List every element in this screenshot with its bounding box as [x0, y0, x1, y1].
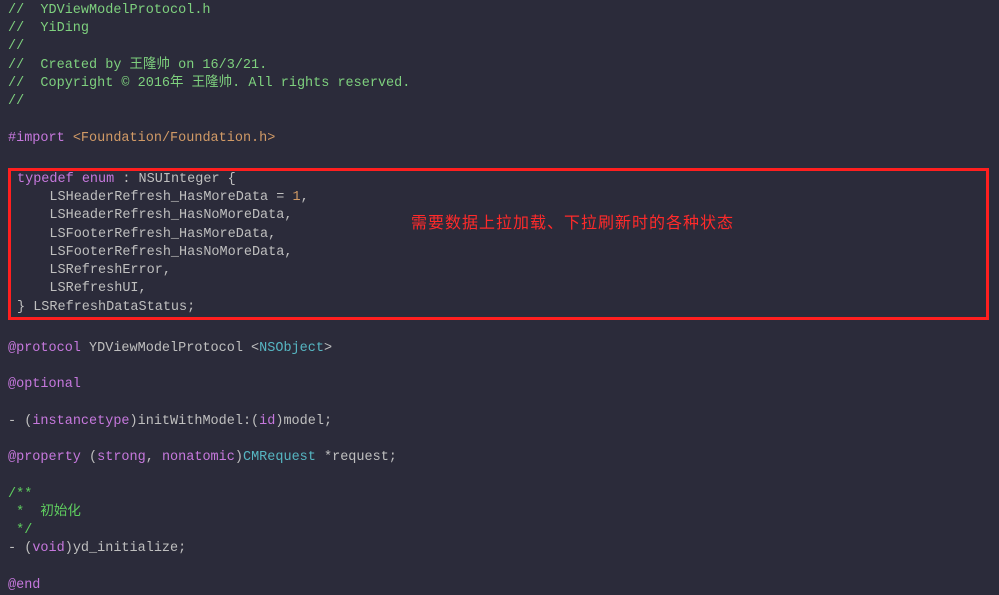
- import-path: <Foundation/Foundation.h>: [73, 131, 276, 146]
- property-kw: @property: [8, 450, 81, 465]
- code-editor[interactable]: // YDViewModelProtocol.h // YiDing // //…: [8, 2, 999, 595]
- protocol-decl: @protocol YDViewModelProtocol <NSObject>: [8, 340, 999, 358]
- id-kw: id: [259, 414, 275, 429]
- comment-line: // Created by 王隆帅 on 16/3/21.: [8, 58, 267, 73]
- highlight-box: typedef enum : NSUInteger { LSHeaderRefr…: [8, 168, 989, 320]
- method-tail: )yd_initialize;: [65, 541, 187, 556]
- typedef-kw: typedef: [17, 172, 74, 187]
- dash: - (: [8, 414, 32, 429]
- enum-kw: enum: [82, 172, 114, 187]
- doc-comment: /**: [8, 487, 32, 502]
- comment-line: // YiDing: [8, 21, 89, 36]
- optional-kw: @optional: [8, 377, 81, 392]
- method-decl: - (instancetype)initWithModel:(id)model;: [8, 413, 999, 431]
- property-decl: @property (strong, nonatomic)CMRequest *…: [8, 449, 999, 467]
- enum-member: LSHeaderRefresh_HasMoreData =: [17, 190, 292, 205]
- instancetype-kw: instancetype: [32, 414, 129, 429]
- nsobject-type: NSObject: [259, 341, 324, 356]
- doc-comment: */: [8, 523, 32, 538]
- number-literal: 1: [292, 190, 300, 205]
- paren-open: (: [81, 450, 97, 465]
- import-keyword: #import: [8, 131, 65, 146]
- enum-member: LSRefreshUI,: [17, 281, 147, 296]
- strong-kw: strong: [97, 450, 146, 465]
- enum-member: LSFooterRefresh_HasMoreData,: [17, 227, 276, 242]
- method-mid: )initWithModel:(: [130, 414, 260, 429]
- protocol-name: YDViewModelProtocol <: [81, 341, 259, 356]
- method-tail: )model;: [275, 414, 332, 429]
- comment-line: // YDViewModelProtocol.h: [8, 3, 211, 18]
- comma: ,: [146, 450, 162, 465]
- cmrequest-type: CMRequest: [243, 450, 316, 465]
- dash: - (: [8, 541, 32, 556]
- end-kw: @end: [8, 578, 40, 593]
- nonatomic-kw: nonatomic: [162, 450, 235, 465]
- method-decl: - (void)yd_initialize;: [8, 540, 999, 558]
- enum-decl: typedef enum : NSUInteger {: [17, 171, 986, 189]
- comma: ,: [301, 190, 309, 205]
- enum-member: LSHeaderRefresh_HasNoMoreData,: [17, 208, 292, 223]
- comment-line: // Copyright © 2016年 王隆帅. All rights res…: [8, 76, 410, 91]
- prop-tail: *request;: [316, 450, 397, 465]
- enum-member: LSFooterRefresh_HasNoMoreData,: [17, 245, 292, 260]
- comment-line: //: [8, 94, 24, 109]
- enum-type: : NSUInteger {: [114, 172, 236, 187]
- import-line: #import <Foundation/Foundation.h>: [8, 130, 999, 148]
- comment-line: //: [8, 39, 24, 54]
- paren-close: ): [235, 450, 243, 465]
- void-kw: void: [32, 541, 64, 556]
- doc-comment: * 初始化: [8, 505, 81, 520]
- angle-close: >: [324, 341, 332, 356]
- enum-close: } LSRefreshDataStatus;: [17, 300, 195, 315]
- annotation-text: 需要数据上拉加载、下拉刷新时的各种状态: [411, 213, 734, 235]
- protocol-kw: @protocol: [8, 341, 81, 356]
- enum-member: LSRefreshError,: [17, 263, 171, 278]
